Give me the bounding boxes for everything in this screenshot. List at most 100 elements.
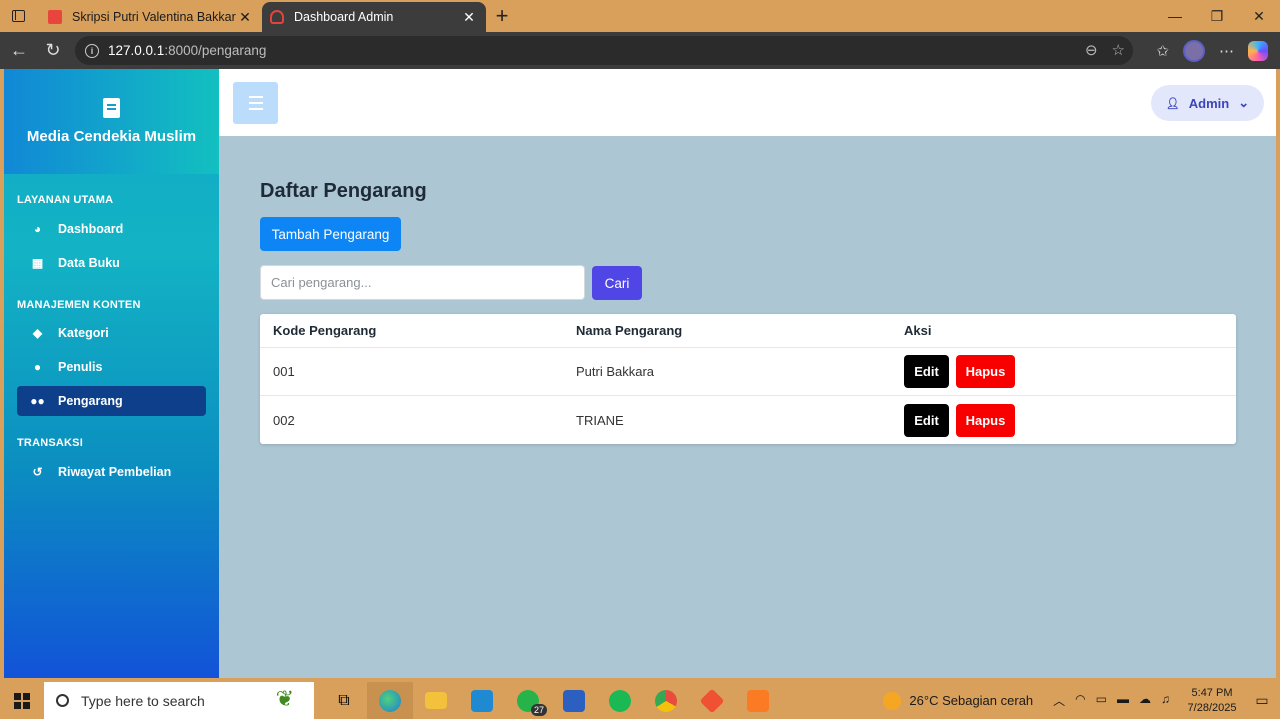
favorites-icon[interactable]: ✩ <box>1156 42 1169 60</box>
restore-icon[interactable]: ❐ <box>1196 0 1238 32</box>
system-tray: 26°C Sebagian cerah ︿ ◠ ▭ ▬ ☁ ♫ 5:47 PM … <box>883 682 1280 719</box>
user-icon: 👤︎ <box>1165 97 1180 110</box>
weather-text: 26°C Sebagian cerah <box>909 693 1034 708</box>
tab-title: Dashboard Admin <box>294 10 394 24</box>
search-button[interactable]: Cari <box>592 266 642 300</box>
close-window-icon[interactable]: ✕ <box>1238 0 1280 32</box>
info-icon[interactable]: i <box>85 43 99 58</box>
sidebar-item-kategori[interactable]: ◆ Kategori <box>17 318 206 348</box>
chrome-icon[interactable] <box>643 682 689 719</box>
history-icon: ↺ <box>32 465 43 479</box>
edit-button[interactable]: Edit <box>904 355 949 388</box>
brand[interactable]: Media Cendekia Muslim <box>4 69 219 174</box>
tab-actions-icon[interactable] <box>0 0 36 32</box>
chevron-up-icon[interactable]: ︿ <box>1053 692 1065 709</box>
tab-title: Skripsi Putri Valentina Bakkara_21 <box>72 10 236 24</box>
avatar[interactable] <box>1183 40 1205 62</box>
windows-icon <box>14 692 30 709</box>
weather-icon <box>883 691 902 710</box>
close-tab-icon[interactable]: ✕ <box>460 9 478 26</box>
clock[interactable]: 5:47 PM 7/28/2025 <box>1180 686 1244 716</box>
cell-aksi: Edit Hapus <box>904 403 1236 437</box>
minimize-icon[interactable]: — <box>1154 0 1196 32</box>
sidebar-item-riwayat-pembelian[interactable]: ↺ Riwayat Pembelian <box>17 457 206 487</box>
battery-icon[interactable]: ▬ <box>1117 692 1129 709</box>
column-header-aksi: Aksi <box>904 323 932 338</box>
add-pengarang-button[interactable]: Tambah Pengarang <box>260 217 401 251</box>
url-field[interactable]: i 127.0.0.1:8000/pengarang ⊖ ☆ <box>75 36 1133 65</box>
web-page: Media Cendekia Muslim LAYANAN UTAMA ◕ Da… <box>4 69 1276 678</box>
whatsapp-icon[interactable]: 27 <box>505 682 551 719</box>
delete-button[interactable]: Hapus <box>956 403 1015 437</box>
table-row: 002 TRIANE Edit Hapus <box>260 396 1236 444</box>
refresh-icon[interactable]: ↻ <box>36 40 70 61</box>
meet-icon[interactable]: ▭ <box>1096 692 1107 709</box>
sidebar: Media Cendekia Muslim LAYANAN UTAMA ◕ Da… <box>4 69 219 678</box>
cell-nama: TRIANE <box>576 412 624 428</box>
favorite-star-icon[interactable]: ☆ <box>1112 41 1125 59</box>
sidebar-item-label: Pengarang <box>58 394 123 408</box>
pdf-icon <box>48 10 62 24</box>
menu-toggle-button[interactable] <box>233 82 278 124</box>
zoom-icon[interactable]: ⊖ <box>1085 41 1098 59</box>
back-icon[interactable]: ← <box>2 40 36 61</box>
cloud-icon[interactable]: ☁ <box>1139 692 1151 709</box>
url-host: 127.0.0.1 <box>108 43 165 58</box>
gauge-icon: ◕ <box>33 222 42 236</box>
tag-icon: ◆ <box>32 326 43 340</box>
shield-icon <box>270 10 284 24</box>
search-input[interactable] <box>260 265 585 300</box>
cell-kode: 002 <box>273 412 295 428</box>
sidebar-item-label: Kategori <box>58 326 109 340</box>
word-icon[interactable] <box>551 682 597 719</box>
browser-tab-dashboard-admin[interactable]: Dashboard Admin ✕ <box>262 2 486 32</box>
delete-button[interactable]: Hapus <box>956 355 1015 388</box>
user-menu-button[interactable]: 👤︎ Admin ⌄ <box>1151 85 1264 121</box>
sidebar-item-label: Penulis <box>58 360 103 374</box>
sidebar-item-label: Dashboard <box>58 222 124 236</box>
weather-widget[interactable]: 26°C Sebagian cerah <box>883 691 1034 710</box>
vscode-icon[interactable] <box>459 682 505 719</box>
column-header-kode: Kode Pengarang <box>273 323 377 338</box>
close-tab-icon[interactable]: ✕ <box>236 9 254 26</box>
copilot-icon[interactable] <box>1248 41 1268 61</box>
notification-icon[interactable]: ▭ <box>1244 692 1280 709</box>
address-bar-row: ← ↻ i 127.0.0.1:8000/pengarang ⊖ ☆ ✩ ⋯ <box>0 32 1280 69</box>
top-navbar: 👤︎ Admin ⌄ <box>219 69 1276 136</box>
more-icon[interactable]: ⋯ <box>1219 42 1234 60</box>
pengarang-table: Kode Pengarang Nama Pengarang Aksi 001 P… <box>260 314 1236 444</box>
url-path: :8000/pengarang <box>164 43 267 58</box>
browser-tab-bar: Skripsi Putri Valentina Bakkara_21 ✕ Das… <box>0 0 1280 32</box>
whatsapp-badge: 27 <box>530 704 547 716</box>
table-row: 001 Putri Bakkara Edit Hapus <box>260 348 1236 396</box>
sidebar-item-dashboard[interactable]: ◕ Dashboard <box>17 214 206 244</box>
git-icon[interactable] <box>689 682 735 719</box>
start-button[interactable] <box>0 692 44 709</box>
task-view-icon[interactable]: ⧉ <box>321 682 367 719</box>
spotify-icon[interactable] <box>597 682 643 719</box>
file-explorer-icon[interactable] <box>413 682 459 719</box>
table-header-row: Kode Pengarang Nama Pengarang Aksi <box>260 314 1236 348</box>
volume-icon[interactable]: ♫ <box>1161 692 1170 709</box>
taskbar-search[interactable]: Type here to search ❦ <box>44 682 314 719</box>
book-icon <box>103 98 120 118</box>
users-icon: ●● <box>30 394 45 408</box>
plant-icon: ❦ <box>275 686 294 711</box>
page-title: Daftar Pengarang <box>260 180 427 202</box>
edge-icon[interactable] <box>367 682 413 719</box>
edit-button[interactable]: Edit <box>904 403 949 437</box>
section-heading-manajemen: MANAJEMEN KONTEN <box>17 299 141 311</box>
column-header-nama: Nama Pengarang <box>576 323 683 338</box>
chevron-down-icon: ⌄ <box>1238 95 1250 110</box>
clock-time: 5:47 PM <box>1191 686 1233 699</box>
browser-tab-skripsi[interactable]: Skripsi Putri Valentina Bakkara_21 ✕ <box>40 2 262 32</box>
new-tab-button[interactable]: + <box>486 3 518 29</box>
user-pen-icon: ● <box>33 360 42 374</box>
sidebar-item-label: Data Buku <box>58 256 120 270</box>
wifi-icon[interactable]: ◠ <box>1075 692 1085 709</box>
xampp-icon[interactable] <box>735 682 781 719</box>
sidebar-item-penulis[interactable]: ● Penulis <box>17 352 206 382</box>
sidebar-item-pengarang[interactable]: ●● Pengarang <box>17 386 206 416</box>
section-heading-transaksi: TRANSAKSI <box>17 437 83 449</box>
sidebar-item-data-buku[interactable]: ▦ Data Buku <box>17 248 206 278</box>
